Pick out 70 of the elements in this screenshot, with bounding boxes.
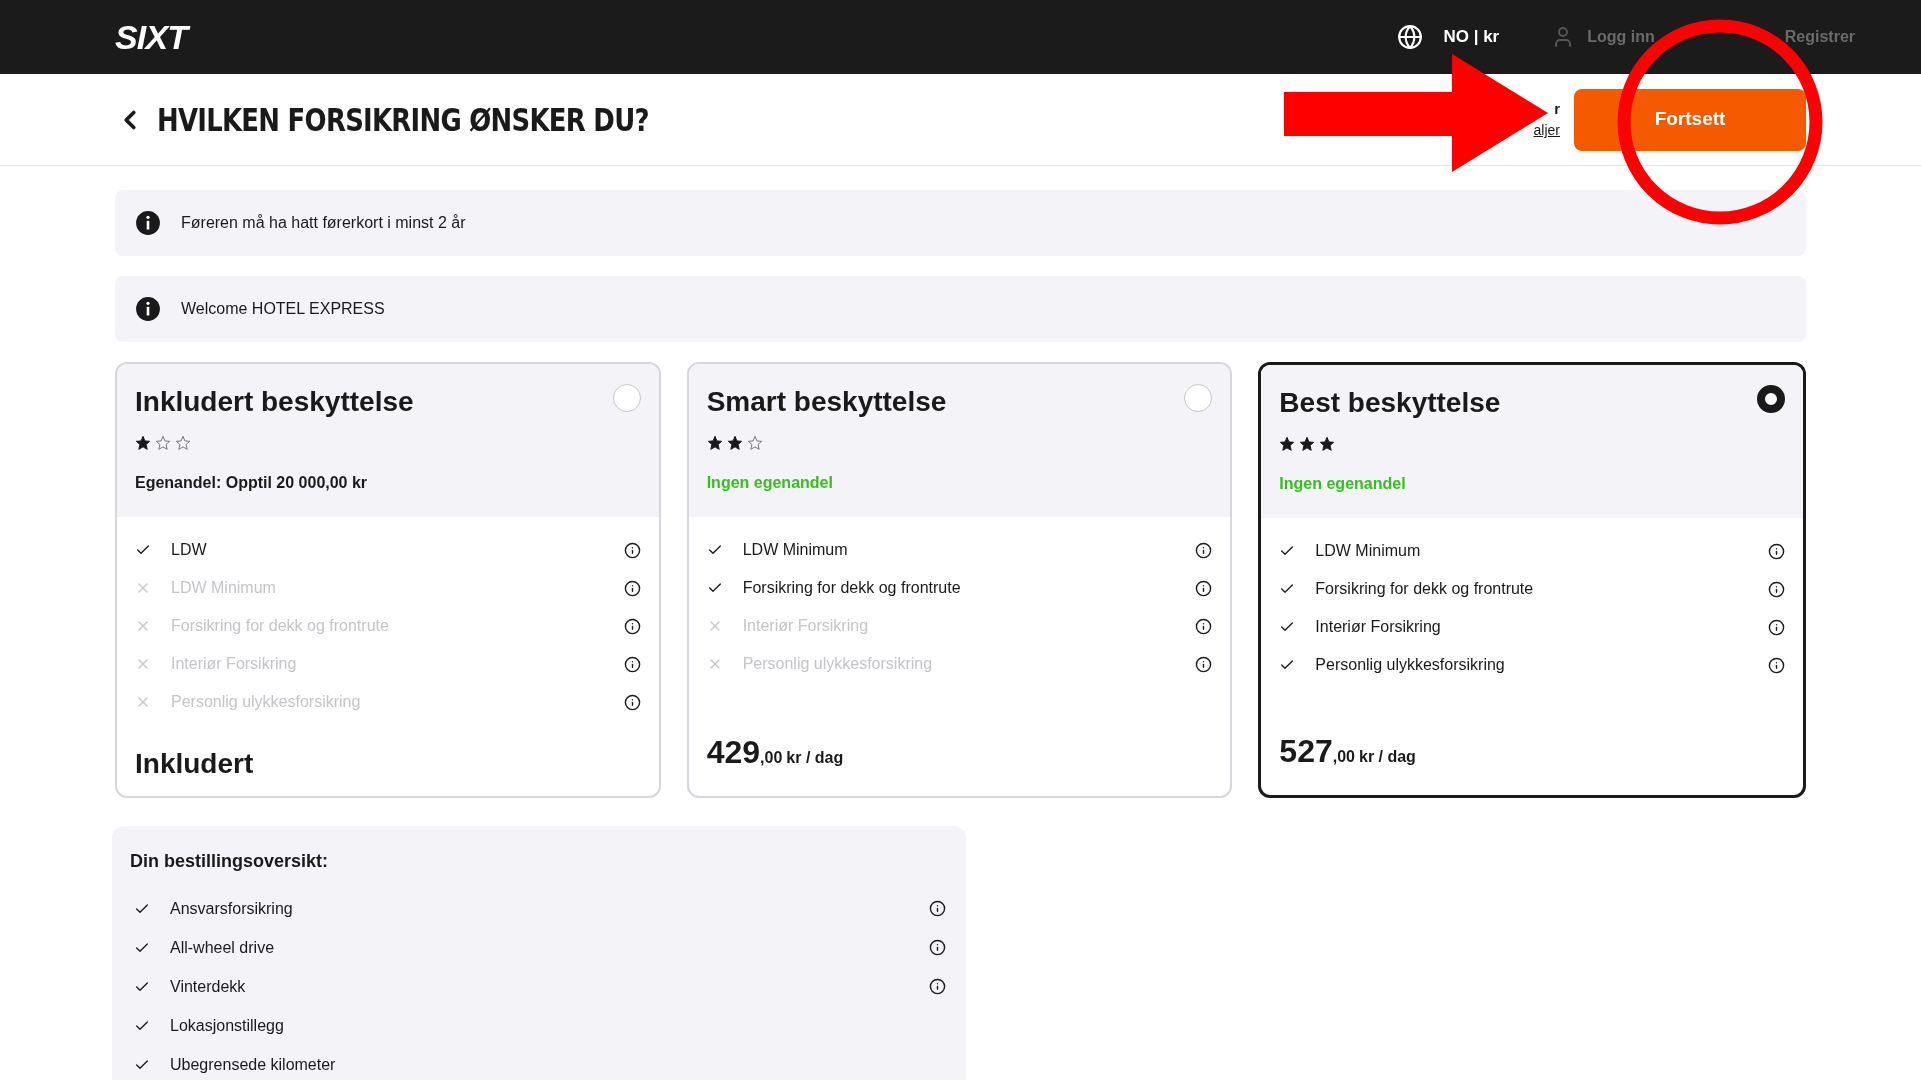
filled-star-icon	[706, 435, 723, 451]
feature-label: LDW	[171, 540, 207, 560]
info-icon[interactable]	[1195, 655, 1213, 673]
feature-label: Forsikring for dekk og frontrute	[742, 578, 961, 598]
filled-star-icon	[726, 435, 743, 451]
deductible-text: Egenandel: Opptil 20 000,00 kr	[135, 474, 368, 491]
radio-button[interactable]	[1757, 385, 1785, 413]
summary-item: Vinterdekk	[170, 976, 246, 997]
price-decimals: ,00	[1332, 747, 1355, 767]
summary-item: All-wheel drive	[170, 937, 275, 958]
empty-star-icon	[746, 435, 763, 451]
info-icon[interactable]	[623, 541, 641, 559]
summary-title: Din bestillingsoversikt:	[130, 850, 330, 873]
feature-label: Forsikring for dekk og frontrute	[171, 616, 389, 636]
price-unit: kr / dag	[1359, 747, 1416, 767]
info-icon[interactable]	[929, 900, 946, 917]
info-icon[interactable]	[1768, 542, 1785, 560]
deductible-text: Ingen egenandel	[1279, 475, 1406, 492]
info-icon[interactable]	[1768, 580, 1785, 598]
info-icon[interactable]	[929, 939, 946, 956]
feature-label: Interiør Forsikring	[742, 616, 869, 636]
feature-label: Personlig ulykkesforsikring	[171, 692, 361, 712]
feature-label: LDW Minimum	[742, 540, 848, 560]
info-icon[interactable]	[623, 693, 641, 711]
price-decimals: ,00	[760, 748, 783, 768]
info-icon[interactable]	[1195, 617, 1213, 635]
info-icon[interactable]	[1768, 656, 1785, 674]
feature-label: Interiør Forsikring	[171, 654, 297, 674]
info-text: Føreren må ha hatt førerkort i minst 2 år	[181, 213, 466, 233]
price-amount: 429	[706, 733, 761, 772]
globe-icon[interactable]	[1397, 24, 1424, 50]
feature-label: Forsikring for dekk og frontrute	[1315, 579, 1534, 599]
plan-card[interactable]: Smart beskyttelse Ingen egenandel LDW Minimum Forsikring for dekk og frontrute Interiør Forsikring Personlig ulykkesforsikring 429,00 kr / dag	[686, 362, 1233, 798]
info-icon[interactable]	[623, 579, 641, 597]
deductible-text: Ingen egenandel	[706, 474, 833, 491]
feature-label: Personlig ulykkesforsikring	[742, 654, 933, 674]
info-icon	[135, 210, 161, 236]
locale-selector[interactable]: NO | kr	[1443, 24, 1500, 50]
filled-star-icon	[135, 435, 151, 451]
info-icon[interactable]	[623, 655, 641, 673]
price-details-link[interactable]: aljer	[1533, 120, 1560, 142]
feature-label: Personlig ulykkesforsikring	[1315, 655, 1505, 675]
filled-star-icon	[1299, 436, 1316, 452]
plan-title: Inkludert beskyttelse	[135, 385, 414, 419]
plan-card[interactable]: Best beskyttelse Ingen egenandel LDW Minimum Forsikring for dekk og frontrute Interiør Forsikring Personlig ulykkesforsikring 527,00 kr / dag	[1258, 362, 1806, 798]
info-icon[interactable]	[929, 978, 946, 995]
info-icon[interactable]	[1195, 541, 1213, 559]
price-amount: 527	[1279, 732, 1333, 771]
feature-label: LDW Minimum	[1315, 541, 1421, 561]
price-text: Inkludert	[135, 748, 254, 779]
info-icon	[135, 296, 161, 322]
info-icon[interactable]	[623, 617, 641, 635]
summary-item: Ansvarsforsikring	[170, 898, 293, 919]
filled-star-icon	[1279, 436, 1296, 452]
plan-title: Best beskyttelse	[1279, 386, 1501, 420]
info-text: Welcome HOTEL EXPRESS	[181, 299, 385, 319]
info-icon[interactable]	[1768, 618, 1785, 636]
empty-star-icon	[175, 435, 191, 451]
filled-star-icon	[1319, 436, 1336, 452]
feature-label: LDW Minimum	[171, 578, 276, 598]
total-price-text: r	[1554, 98, 1560, 119]
feature-label: Interiør Forsikring	[1315, 617, 1441, 637]
plan-title: Smart beskyttelse	[706, 385, 947, 419]
price-unit: kr / dag	[786, 748, 844, 768]
page-title: HVILKEN FORSIKRING ØNSKER DU?	[157, 99, 649, 141]
info-icon[interactable]	[1195, 579, 1213, 597]
empty-star-icon	[155, 435, 171, 451]
summary-item: Ubegrensede kilometer	[170, 1054, 336, 1075]
plan-card[interactable]: Inkludert beskyttelse Egenandel: Opptil 20 000,00 kr LDW LDW Minimum Forsikring for dekk og frontrute Interiør Forsikring Personlig ulykkesforsikring Inkludert	[115, 362, 661, 798]
summary-item: Lokasjonstillegg	[170, 1015, 284, 1036]
